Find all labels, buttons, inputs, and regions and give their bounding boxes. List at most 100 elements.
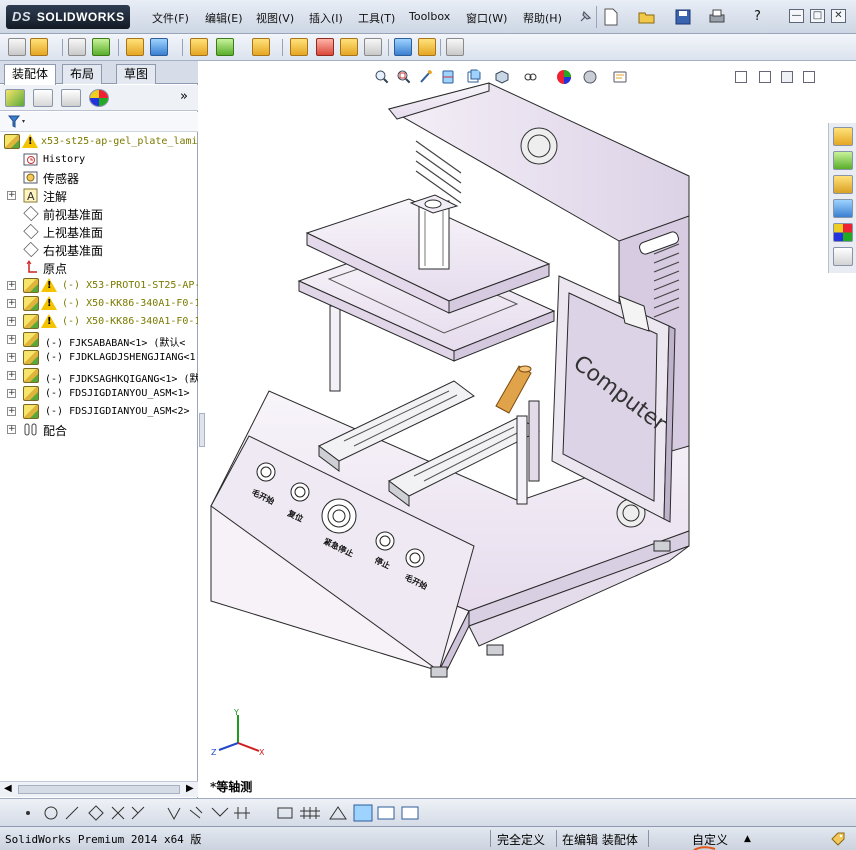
new-document-icon[interactable] [602,8,620,26]
expand-toggle[interactable]: + [7,371,16,380]
convert-entities-icon[interactable] [189,806,203,819]
interference-detection-icon[interactable] [394,38,412,56]
bill-of-materials-icon[interactable] [316,38,334,56]
tree-item-component[interactable]: + (-) X50-KK86-340A1-F0-1 [0,313,198,331]
expand-more-icon[interactable]: » [180,89,188,104]
minimize-button[interactable]: — [789,9,804,23]
print-icon[interactable] [708,8,726,26]
trim-icon[interactable] [111,806,125,820]
tree-item-history[interactable]: History [0,151,198,169]
smart-dimension-icon[interactable] [277,807,293,819]
tree-item-sensors[interactable]: 传感器 [0,169,198,187]
move-component-icon[interactable] [150,38,168,56]
grid-icon[interactable] [234,807,250,819]
scrollbar-thumb[interactable] [18,785,180,794]
expand-toggle[interactable]: + [7,317,16,326]
smart-fastener-icon[interactable] [126,38,144,56]
open-folder-icon[interactable] [638,8,656,26]
assembly-model-view[interactable]: Computer 毛开始 复位 紧急停止 停止 毛开始 [199,61,829,761]
solidworks-resources-icon[interactable] [833,127,853,146]
property-manager-icon[interactable] [33,89,53,107]
expand-toggle[interactable]: + [7,407,16,416]
pushpin-icon[interactable] [576,8,594,26]
insert-component-icon[interactable] [30,38,48,56]
sketch-fillet-icon[interactable] [167,807,181,821]
tree-root[interactable]: x53-st25-ap-gel_plate_lami [0,133,198,151]
gear-icon[interactable] [290,38,308,56]
feature-tree-icon[interactable] [5,89,25,107]
tag-icon[interactable] [830,831,846,847]
expand-toggle[interactable]: + [7,281,16,290]
offset-icon[interactable] [211,807,229,817]
expand-toggle[interactable]: + [7,299,16,308]
view-palette-icon[interactable] [833,199,853,218]
shaded-view-icon[interactable] [353,804,373,822]
table-icon[interactable] [300,807,320,819]
save-icon[interactable] [674,8,692,26]
tree-item-top-plane[interactable]: 上视基准面 [0,223,198,241]
expand-toggle[interactable]: + [7,191,16,200]
expand-toggle[interactable]: + [7,335,16,344]
circle-icon[interactable] [44,806,58,820]
menu-file[interactable]: 文件(F) [152,10,189,26]
menu-toolbox[interactable]: Toolbox [409,10,450,23]
tree-item-right-plane[interactable]: 右视基准面 [0,241,198,259]
menu-window[interactable]: 窗口(W) [466,10,507,26]
tree-item-annotations[interactable]: + A 注解 [0,187,198,205]
select-tool-icon[interactable] [8,38,26,56]
menu-view[interactable]: 视图(V) [256,10,294,26]
tree-item-component[interactable]: + (-) FJDKLAGDJSHENGJIANG<1 [0,349,198,367]
solidworks-logo[interactable]: DS SOLIDWORKS [6,5,130,29]
scroll-left-icon[interactable]: ◀ [4,783,12,794]
restore-button[interactable]: □ [810,9,825,23]
tree-item-component[interactable]: + (-) X53-PROTO1-ST25-AP- [0,277,198,295]
configuration-manager-icon[interactable] [61,89,81,107]
graphics-area[interactable]: Computer 毛开始 复位 紧急停止 停止 毛开始 Y X Z *等轴测 [199,61,856,798]
clearance-verification-icon[interactable] [418,38,436,56]
mirror-icon[interactable] [131,806,145,820]
tab-layout[interactable]: 布局 [62,64,103,84]
expand-toggle[interactable]: + [7,353,16,362]
tab-assembly[interactable]: 装配体 [4,64,57,85]
filter-icon[interactable] [8,115,28,129]
instant3d-icon[interactable] [446,38,464,56]
point-icon[interactable] [26,811,30,815]
wireframe-view-icon[interactable] [377,806,395,820]
expand-toggle[interactable]: + [7,425,16,434]
linear-pattern-icon[interactable] [92,38,110,56]
menu-help[interactable]: 帮助(H) [523,10,562,26]
tree-item-component[interactable]: + (-) FJDKSAGHKQIGANG<1> (默 [0,367,198,385]
show-hidden-icon[interactable] [190,38,208,56]
polygon-icon[interactable] [88,805,104,821]
close-button[interactable]: ✕ [831,9,846,23]
line-icon[interactable] [65,806,79,820]
tree-item-origin[interactable]: 原点 [0,259,198,277]
menu-edit[interactable]: 编辑(E) [205,10,243,26]
assembly-features-icon[interactable] [216,38,234,56]
tree-item-component[interactable]: + (-) FDSJIGDIANYOU_ASM<1> [0,385,198,403]
expand-toggle[interactable]: + [7,389,16,398]
tree-item-component[interactable]: + (-) FJKSABABAN<1> (默认< [0,331,198,349]
tree-item-component[interactable]: + (-) FDSJIGDIANYOU_ASM<2> [0,403,198,421]
tab-sketch[interactable]: 草图 [116,64,157,84]
hidden-lines-view-icon[interactable] [401,806,419,820]
custom-properties-icon[interactable] [833,247,853,266]
display-manager-icon[interactable] [89,89,109,107]
tree-item-mates[interactable]: + 配合 [0,421,198,439]
menu-tools[interactable]: 工具(T) [358,10,395,26]
scroll-right-icon[interactable]: ▶ [186,783,194,794]
tree-item-front-plane[interactable]: 前视基准面 [0,205,198,223]
tree-item-component[interactable]: + (-) X50-KK86-340A1-F0-1 [0,295,198,313]
horizontal-scrollbar[interactable]: ◀ ▶ [0,781,198,797]
appearances-icon[interactable] [833,223,853,242]
menu-insert[interactable]: 插入(I) [309,10,343,26]
units-arrow-icon[interactable]: ▲ [744,834,751,844]
file-explorer-icon[interactable] [833,175,853,194]
help-icon[interactable]: ? [754,9,761,24]
exploded-view-icon[interactable] [340,38,358,56]
triangle-icon[interactable] [329,806,347,820]
explode-line-icon[interactable] [364,38,382,56]
paperclip-icon[interactable] [68,38,86,56]
reference-geometry-icon[interactable] [252,38,270,56]
design-library-icon[interactable] [833,151,853,170]
